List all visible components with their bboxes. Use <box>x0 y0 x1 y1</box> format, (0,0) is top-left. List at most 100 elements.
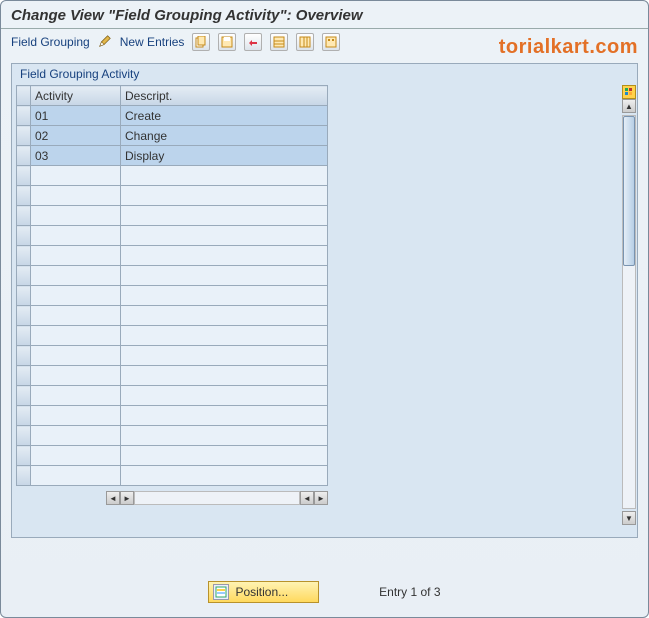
row-selector[interactable] <box>17 206 31 226</box>
cell-activity[interactable]: 02 <box>31 126 121 146</box>
cell-activity[interactable] <box>31 206 121 226</box>
table-row[interactable]: 03Display <box>17 146 328 166</box>
pencil-icon[interactable] <box>98 34 112 51</box>
cell-activity[interactable] <box>31 266 121 286</box>
position-icon <box>213 584 229 600</box>
row-selector[interactable] <box>17 426 31 446</box>
row-selector[interactable] <box>17 146 31 166</box>
cell-activity[interactable] <box>31 446 121 466</box>
row-selector[interactable] <box>17 246 31 266</box>
new-entries-link[interactable]: New Entries <box>120 35 185 49</box>
cell-description[interactable] <box>121 246 328 266</box>
cell-activity[interactable] <box>31 386 121 406</box>
cell-activity[interactable]: 01 <box>31 106 121 126</box>
row-selector[interactable] <box>17 466 31 486</box>
select-all-icon[interactable] <box>270 33 288 51</box>
row-selector[interactable] <box>17 386 31 406</box>
cell-description[interactable]: Change <box>121 126 328 146</box>
row-selector[interactable] <box>17 286 31 306</box>
config-icon[interactable] <box>322 33 340 51</box>
cell-activity[interactable] <box>31 466 121 486</box>
row-selector[interactable] <box>17 186 31 206</box>
table-row[interactable] <box>17 226 328 246</box>
undo-icon[interactable] <box>244 33 262 51</box>
cell-activity[interactable] <box>31 186 121 206</box>
table-settings-icon[interactable] <box>622 85 636 99</box>
cell-activity[interactable] <box>31 166 121 186</box>
table-row[interactable] <box>17 266 328 286</box>
table-row[interactable] <box>17 246 328 266</box>
copy-icon[interactable] <box>192 33 210 51</box>
cell-description[interactable] <box>121 366 328 386</box>
cell-description[interactable]: Create <box>121 106 328 126</box>
cell-activity[interactable] <box>31 306 121 326</box>
col-activity[interactable]: Activity <box>31 86 121 106</box>
row-selector[interactable] <box>17 226 31 246</box>
row-selector[interactable] <box>17 406 31 426</box>
row-selector[interactable] <box>17 326 31 346</box>
table-row[interactable] <box>17 306 328 326</box>
table-row[interactable]: 02Change <box>17 126 328 146</box>
field-grouping-link[interactable]: Field Grouping <box>11 35 90 49</box>
cell-activity[interactable] <box>31 286 121 306</box>
cell-description[interactable]: Display <box>121 146 328 166</box>
row-selector[interactable] <box>17 306 31 326</box>
vscroll-up-icon[interactable]: ▲ <box>622 99 636 113</box>
table-row[interactable]: 01Create <box>17 106 328 126</box>
table-row[interactable] <box>17 426 328 446</box>
save-icon[interactable] <box>218 33 236 51</box>
row-selector[interactable] <box>17 166 31 186</box>
row-selector[interactable] <box>17 346 31 366</box>
table-row[interactable] <box>17 386 328 406</box>
hscroll-right-icon[interactable]: ► <box>120 491 134 505</box>
cell-description[interactable] <box>121 426 328 446</box>
cell-description[interactable] <box>121 226 328 246</box>
cell-activity[interactable] <box>31 346 121 366</box>
row-selector[interactable] <box>17 366 31 386</box>
table-row[interactable] <box>17 286 328 306</box>
table-row[interactable] <box>17 186 328 206</box>
cell-description[interactable] <box>121 166 328 186</box>
cell-activity[interactable] <box>31 426 121 446</box>
cell-description[interactable] <box>121 406 328 426</box>
vscroll-track[interactable] <box>622 115 636 509</box>
table-row[interactable] <box>17 326 328 346</box>
col-description[interactable]: Descript. <box>121 86 328 106</box>
cell-activity[interactable] <box>31 406 121 426</box>
cell-activity[interactable]: 03 <box>31 146 121 166</box>
table-row[interactable] <box>17 446 328 466</box>
cell-activity[interactable] <box>31 226 121 246</box>
cell-description[interactable] <box>121 466 328 486</box>
cell-description[interactable] <box>121 306 328 326</box>
deselect-all-icon[interactable] <box>296 33 314 51</box>
cell-description[interactable] <box>121 206 328 226</box>
row-selector[interactable] <box>17 446 31 466</box>
cell-activity[interactable] <box>31 326 121 346</box>
hscroll-left2-icon[interactable]: ◄ <box>300 491 314 505</box>
table-row[interactable] <box>17 166 328 186</box>
vscroll-thumb[interactable] <box>623 116 635 266</box>
row-selector[interactable] <box>17 126 31 146</box>
table-row[interactable] <box>17 466 328 486</box>
table-row[interactable] <box>17 406 328 426</box>
hscroll-left-icon[interactable]: ◄ <box>106 491 120 505</box>
cell-description[interactable] <box>121 326 328 346</box>
cell-description[interactable] <box>121 446 328 466</box>
cell-description[interactable] <box>121 386 328 406</box>
cell-activity[interactable] <box>31 246 121 266</box>
row-selector[interactable] <box>17 266 31 286</box>
table-row[interactable] <box>17 206 328 226</box>
cell-description[interactable] <box>121 186 328 206</box>
cell-description[interactable] <box>121 346 328 366</box>
cell-description[interactable] <box>121 266 328 286</box>
row-header-corner[interactable] <box>17 86 31 106</box>
cell-description[interactable] <box>121 286 328 306</box>
row-selector[interactable] <box>17 106 31 126</box>
cell-activity[interactable] <box>31 366 121 386</box>
hscroll-track[interactable] <box>134 491 300 505</box>
table-row[interactable] <box>17 366 328 386</box>
vscroll-down-icon[interactable]: ▼ <box>622 511 636 525</box>
table-row[interactable] <box>17 346 328 366</box>
hscroll-right2-icon[interactable]: ► <box>314 491 328 505</box>
position-button[interactable]: Position... <box>208 581 319 603</box>
